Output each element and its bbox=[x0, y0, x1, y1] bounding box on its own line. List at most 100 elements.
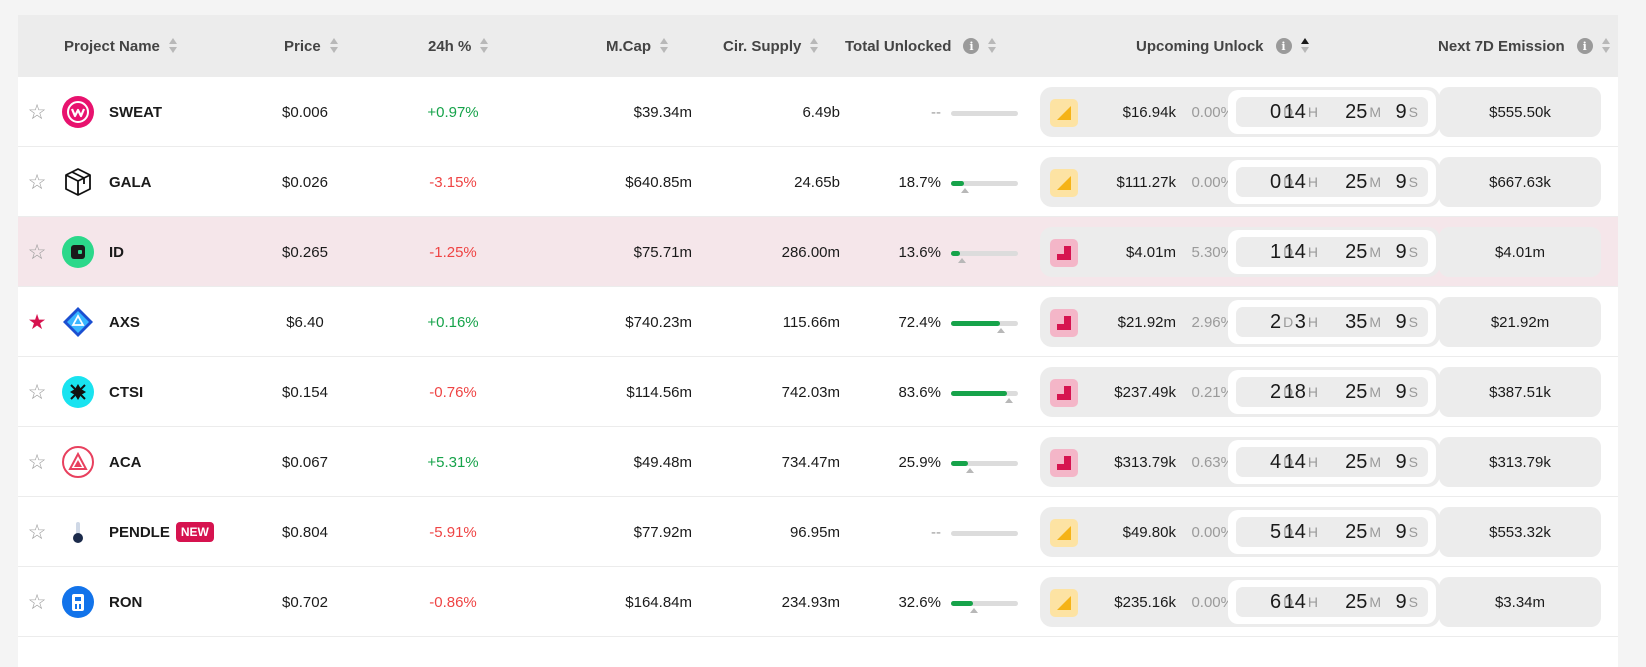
favorite-star-icon[interactable]: ☆ bbox=[26, 357, 48, 427]
price-cell: $0.026 bbox=[282, 173, 328, 191]
countdown-minutes: 25 bbox=[1345, 170, 1368, 193]
countdown-minutes: 35 bbox=[1345, 310, 1368, 333]
total-unlocked-cell: -- bbox=[931, 103, 941, 121]
upcoming-unlock-card[interactable]: $16.94k 0.00% 0D 14 H 25 M 9S bbox=[1040, 87, 1440, 137]
col-upcoming-unlock-label: Upcoming Unlock bbox=[1136, 37, 1264, 55]
project-name[interactable]: AXS bbox=[109, 287, 140, 357]
table-row[interactable]: ☆ PENDLE NEW $0.804 -5.91% $77.92m 96.95… bbox=[18, 497, 1618, 567]
sort-icon[interactable] bbox=[809, 37, 819, 55]
project-name[interactable]: ACA bbox=[109, 427, 142, 497]
countdown-unit: M bbox=[1369, 104, 1381, 120]
col-project-name-label: Project Name bbox=[64, 37, 160, 55]
table-row[interactable]: ☆ CTSI $0.154 -0.76% $114.56m 742.03m 83… bbox=[18, 357, 1618, 427]
col-total-unlocked[interactable]: Total Unlocked i bbox=[845, 15, 997, 77]
table-row[interactable]: ☆ GALA $0.026 -3.15% $640.85m 24.65b 18.… bbox=[18, 147, 1618, 217]
unlock-progress-fill bbox=[951, 461, 969, 466]
favorite-star-icon[interactable]: ☆ bbox=[26, 217, 48, 287]
countdown-unit: H bbox=[1307, 244, 1318, 260]
supply-cell: 234.93m bbox=[781, 593, 840, 611]
countdown-unit: S bbox=[1408, 384, 1418, 400]
favorite-star-icon[interactable]: ☆ bbox=[26, 497, 48, 567]
countdown-hours: 14 bbox=[1283, 520, 1306, 543]
emission-cell: $313.79k bbox=[1439, 437, 1601, 487]
upcoming-unlock-card[interactable]: $21.92m 2.96% 2D 3H 35 M 9S bbox=[1040, 297, 1440, 347]
table-row[interactable]: ☆ ACA $0.067 +5.31% $49.48m 734.47m 25.9… bbox=[18, 427, 1618, 497]
sort-asc-icon[interactable] bbox=[1300, 37, 1310, 55]
col-24h[interactable]: 24h % bbox=[428, 15, 489, 77]
favorite-star-icon[interactable]: ★ bbox=[26, 287, 48, 357]
sort-icon[interactable] bbox=[168, 37, 178, 55]
col-price[interactable]: Price bbox=[284, 15, 339, 77]
col-emission[interactable]: Next 7D Emission i bbox=[1438, 15, 1611, 77]
unlock-progress-bar bbox=[951, 357, 1018, 427]
unlock-marker-icon bbox=[961, 188, 970, 193]
mcap-cell: $740.23m bbox=[625, 313, 692, 331]
linear-unlock-icon bbox=[1050, 169, 1078, 197]
col-project-name[interactable]: Project Name bbox=[64, 15, 178, 77]
project-name[interactable]: ID bbox=[109, 217, 124, 287]
project-name-text: RON bbox=[109, 593, 143, 611]
unlock-progress-track bbox=[951, 601, 1018, 606]
supply-cell: 734.47m bbox=[781, 453, 840, 471]
countdown-days: 4 bbox=[1270, 450, 1282, 473]
supply-cell: 742.03m bbox=[781, 383, 840, 401]
unlock-value: $313.79k bbox=[1114, 453, 1176, 471]
sort-icon[interactable] bbox=[1601, 37, 1611, 55]
countdown-hours: 14 bbox=[1283, 170, 1306, 193]
project-name[interactable]: PENDLE NEW bbox=[109, 497, 214, 567]
upcoming-unlock-card[interactable]: $235.16k 0.00% 6D 14 H 25 M 9S bbox=[1040, 577, 1440, 627]
project-name[interactable]: RON bbox=[109, 567, 142, 637]
upcoming-unlock-card[interactable]: $313.79k 0.63% 4D 14 H 25 M 9S bbox=[1040, 437, 1440, 487]
price-cell: $0.804 bbox=[282, 523, 328, 541]
unlock-progress-track bbox=[951, 391, 1018, 396]
sort-icon[interactable] bbox=[987, 37, 997, 55]
aca-logo-icon bbox=[62, 446, 94, 478]
favorite-star-icon[interactable]: ☆ bbox=[26, 567, 48, 637]
table-row[interactable]: ☆ RON $0.702 -0.86% $164.84m 234.93m 32.… bbox=[18, 567, 1618, 637]
upcoming-unlock-card[interactable]: $49.80k 0.00% 5D 14 H 25 M 9S bbox=[1040, 507, 1440, 557]
info-icon[interactable]: i bbox=[1576, 38, 1593, 54]
sort-icon[interactable] bbox=[479, 37, 489, 55]
mcap-cell: $640.85m bbox=[625, 173, 692, 191]
project-name[interactable]: SWEAT bbox=[109, 77, 162, 147]
emission-cell: $21.92m bbox=[1439, 297, 1601, 347]
unlock-progress-bar bbox=[951, 567, 1018, 637]
countdown-unit: M bbox=[1369, 174, 1381, 190]
countdown-unit: H bbox=[1307, 314, 1318, 330]
countdown-unit: S bbox=[1408, 244, 1418, 260]
unlock-progress-track bbox=[951, 461, 1018, 466]
countdown-seconds: 9 bbox=[1395, 100, 1407, 123]
countdown-unit: H bbox=[1307, 104, 1318, 120]
countdown-days: 5 bbox=[1270, 520, 1282, 543]
unlock-countdown: 5D 14 H 25 M 9S bbox=[1228, 510, 1436, 554]
cliff-unlock-icon bbox=[1050, 449, 1078, 477]
cliff-unlock-icon bbox=[1050, 379, 1078, 407]
unlock-progress-bar bbox=[951, 217, 1018, 287]
favorite-star-icon[interactable]: ☆ bbox=[26, 427, 48, 497]
upcoming-unlock-card[interactable]: $111.27k 0.00% 0D 14 H 25 M 9S bbox=[1040, 157, 1440, 207]
countdown-hours: 14 bbox=[1283, 240, 1306, 263]
info-icon[interactable]: i bbox=[1275, 38, 1292, 54]
unlock-value: $111.27k bbox=[1116, 173, 1177, 191]
total-unlocked-cell: 32.6% bbox=[898, 593, 941, 611]
sort-icon[interactable] bbox=[659, 37, 669, 55]
project-name[interactable]: GALA bbox=[109, 147, 152, 217]
upcoming-unlock-card[interactable]: $237.49k 0.21% 2D 18 H 25 M 9S bbox=[1040, 367, 1440, 417]
table-row[interactable]: ★ AXS $6.40 +0.16% $740.23m 115.66m 72.4… bbox=[18, 287, 1618, 357]
col-upcoming-unlock[interactable]: Upcoming Unlock i bbox=[1136, 15, 1310, 77]
countdown-unit: S bbox=[1408, 104, 1418, 120]
table-row[interactable]: ☆ ID $0.265 -1.25% $75.71m 286.00m 13.6%… bbox=[18, 217, 1618, 287]
info-icon[interactable]: i bbox=[963, 38, 980, 54]
col-mcap[interactable]: M.Cap bbox=[606, 15, 669, 77]
table-row[interactable]: ☆ SWEAT $0.006 +0.97% $39.34m 6.49b -- $… bbox=[18, 77, 1618, 147]
countdown-seconds: 9 bbox=[1395, 240, 1407, 263]
project-name[interactable]: CTSI bbox=[109, 357, 143, 427]
favorite-star-icon[interactable]: ☆ bbox=[26, 147, 48, 217]
col-supply[interactable]: Cir. Supply bbox=[723, 15, 819, 77]
unlock-table: Project Name Price 24h % M.Cap Cir. Supp… bbox=[18, 15, 1618, 667]
favorite-star-icon[interactable]: ☆ bbox=[26, 77, 48, 147]
sort-icon[interactable] bbox=[329, 37, 339, 55]
unlock-progress-bar bbox=[951, 497, 1018, 567]
upcoming-unlock-card[interactable]: $4.01m 5.30% 1D 14 H 25 M 9S bbox=[1040, 227, 1440, 277]
countdown-unit: S bbox=[1408, 314, 1418, 330]
